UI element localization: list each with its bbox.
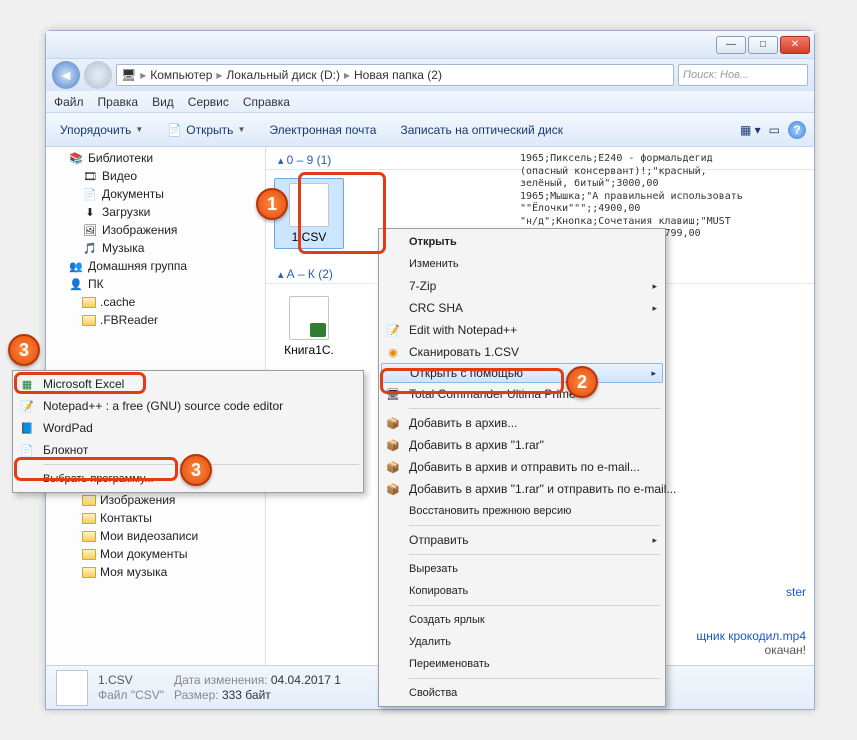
ctx-npp[interactable]: 📝Edit with Notepad++ (381, 319, 663, 341)
close-button[interactable]: ✕ (780, 36, 810, 54)
rar-icon: 📦 (385, 481, 401, 497)
tc-icon: 🖥 (385, 386, 401, 402)
annotation-badge-1: 1 (256, 188, 288, 220)
breadcrumb-root[interactable]: Компьютер (150, 68, 212, 82)
rar-icon: 📦 (385, 459, 401, 475)
burn-button[interactable]: Записать на оптический диск (394, 120, 569, 140)
openwith-excel[interactable]: ▦Microsoft Excel (15, 373, 361, 395)
ctx-send[interactable]: Отправить▸ (381, 529, 663, 551)
help-icon[interactable]: ? (788, 121, 806, 139)
tree-myvideos[interactable]: Мои видеозаписи (46, 527, 265, 545)
excel-icon: ▦ (19, 376, 35, 392)
tree-video[interactable]: 🎞Видео (46, 167, 265, 185)
back-button[interactable]: ◄ (52, 61, 80, 89)
ctx-scan[interactable]: ◉Сканировать 1.CSV (381, 341, 663, 363)
menu-service[interactable]: Сервис (188, 95, 229, 109)
ctx-edit[interactable]: Изменить (381, 253, 663, 275)
search-input[interactable]: Поиск: Нов... (678, 64, 808, 86)
menu-help[interactable]: Справка (243, 95, 290, 109)
ctx-tc[interactable]: 🖥Total Commander Ultima Prime (381, 383, 663, 405)
tree-homegroup[interactable]: 👥Домашняя группа (46, 257, 265, 275)
file-icon (289, 183, 329, 227)
tree-pictures[interactable]: 🖼Изображения (46, 221, 265, 239)
notepadpp-icon: 📝 (385, 322, 401, 338)
ctx-properties[interactable]: Свойства (381, 682, 663, 704)
ctx-open[interactable]: Открыть (381, 231, 663, 253)
annotation-badge-3a: 3 (8, 334, 40, 366)
wordpad-icon: 📘 (19, 420, 35, 436)
ctx-copy[interactable]: Копировать (381, 580, 663, 602)
breadcrumb[interactable]: 🖥 ▸ Компьютер ▸ Локальный диск (D:) ▸ Но… (116, 64, 674, 86)
maximize-button[interactable]: □ (748, 36, 778, 54)
view-mode-icon[interactable]: ▦ ▾ (740, 123, 761, 137)
ctx-addrarsend[interactable]: 📦Добавить в архив "1.rar" и отправить по… (381, 478, 663, 500)
ctx-addsend[interactable]: 📦Добавить в архив и отправить по e-mail.… (381, 456, 663, 478)
annotation-badge-3b: 3 (180, 454, 212, 486)
ctx-7zip[interactable]: 7-Zip▸ (381, 275, 663, 297)
breadcrumb-folder[interactable]: Новая папка (2) (354, 68, 442, 82)
notepadpp-icon: 📝 (19, 398, 35, 414)
tree-downloads[interactable]: ⬇Загрузки (46, 203, 265, 221)
tree-pictures2[interactable]: Изображения (46, 491, 265, 509)
tree-music[interactable]: 🎵Музыка (46, 239, 265, 257)
titlebar: — □ ✕ (46, 31, 814, 59)
ctx-shortcut[interactable]: Создать ярлык (381, 609, 663, 631)
ctx-openwith[interactable]: Открыть с помощью▸ (381, 363, 663, 383)
openwith-wordpad[interactable]: 📘WordPad (15, 417, 361, 439)
excel-file-icon (289, 296, 329, 340)
tree-mymusic[interactable]: Моя музыка (46, 563, 265, 581)
annotation-badge-2: 2 (566, 366, 598, 398)
rar-icon: 📦 (385, 437, 401, 453)
ctx-restore[interactable]: Восстановить прежнюю версию (381, 500, 663, 522)
tree-pc[interactable]: 👤ПК (46, 275, 265, 293)
ctx-addarchive[interactable]: 📦Добавить в архив... (381, 412, 663, 434)
tree-mydocs[interactable]: Мои документы (46, 545, 265, 563)
rar-icon: 📦 (385, 415, 401, 431)
tree-fbreader[interactable]: .FBReader (46, 311, 265, 329)
open-icon: 📄 (167, 123, 182, 137)
ctx-crc[interactable]: CRC SHA▸ (381, 297, 663, 319)
menu-file[interactable]: Файл (54, 95, 84, 109)
ctx-addrar[interactable]: 📦Добавить в архив "1.rar" (381, 434, 663, 456)
file-xlsx[interactable]: Книга1С. (274, 292, 344, 361)
status-file-name: 1.CSV (98, 673, 164, 687)
file-label: 1.CSV (292, 230, 327, 244)
menu-edit[interactable]: Правка (98, 95, 139, 109)
tree-cache[interactable]: .cache (46, 293, 265, 311)
context-menu-main: Открыть Изменить 7-Zip▸ CRC SHA▸ 📝Edit w… (378, 228, 666, 707)
toolbar: Упорядочить▼ 📄Открыть▼ Электронная почта… (46, 113, 814, 147)
openwith-npp[interactable]: 📝Notepad++ : a free (GNU) source code ed… (15, 395, 361, 417)
open-button[interactable]: 📄Открыть▼ (161, 120, 251, 140)
computer-icon: 🖥 (121, 68, 136, 82)
breadcrumb-drive[interactable]: Локальный диск (D:) (226, 68, 340, 82)
minimize-button[interactable]: — (716, 36, 746, 54)
organize-button[interactable]: Упорядочить▼ (54, 120, 149, 140)
tree-libraries[interactable]: 📚Библиотеки (46, 149, 265, 167)
status-file-type: Файл "CSV" (98, 688, 164, 702)
preview-pane-icon[interactable]: ▭ (769, 123, 780, 137)
status-file-icon (56, 670, 88, 706)
download-links: ster щник крокодил.mp4 окачан! (696, 585, 806, 657)
ctx-rename[interactable]: Переименовать (381, 653, 663, 675)
notepad-icon: 📄 (19, 442, 35, 458)
scan-icon: ◉ (385, 344, 401, 360)
tree-contacts[interactable]: Контакты (46, 509, 265, 527)
ctx-delete[interactable]: Удалить (381, 631, 663, 653)
forward-button[interactable]: ► (84, 61, 112, 89)
file-label: Книга1С. (284, 343, 334, 357)
address-bar: ◄ ► 🖥 ▸ Компьютер ▸ Локальный диск (D:) … (46, 59, 814, 91)
email-button[interactable]: Электронная почта (263, 120, 382, 140)
menubar: Файл Правка Вид Сервис Справка (46, 91, 814, 113)
menu-view[interactable]: Вид (152, 95, 174, 109)
tree-documents[interactable]: 📄Документы (46, 185, 265, 203)
ctx-cut[interactable]: Вырезать (381, 558, 663, 580)
